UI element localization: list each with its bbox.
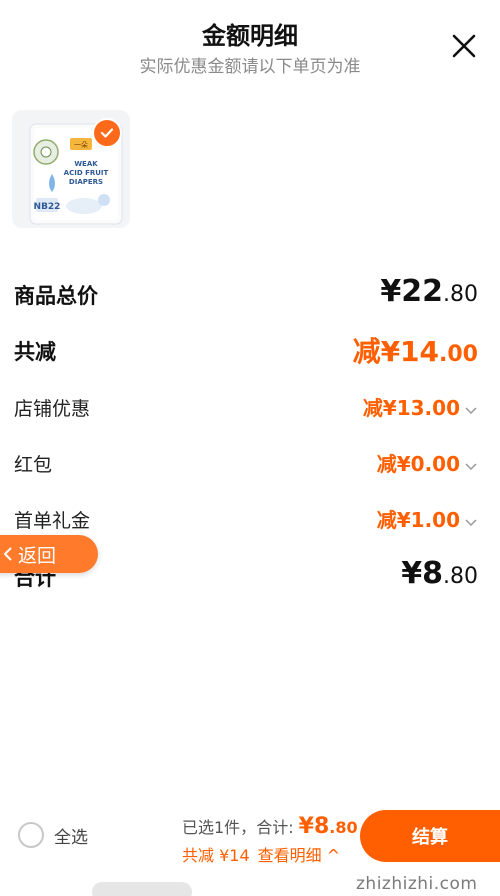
store-discount-value: 减¥13.00 [363,392,478,421]
check-icon [100,128,114,138]
checkout-bar: 全选 已选1件，合计: ¥8.80 共减 ¥14 查看明细 ^ 结算 zhizhi… [0,800,500,896]
select-all-label: 全选 [54,827,88,848]
select-all-toggle[interactable]: 全选 [18,822,88,848]
close-button[interactable] [450,32,478,60]
product-name-line1: WEAK [74,160,98,168]
row-total-goods: 商品总价 ¥22.80 [0,274,500,314]
total-goods-label: 商品总价 [14,284,98,308]
row-red-packet[interactable]: 红包 减¥0.00 [0,444,500,484]
view-detail-link[interactable]: 查看明细 ^ [258,846,341,865]
brand-badge-text: 一朵 [74,141,88,149]
chevron-down-icon [465,518,477,526]
checkout-button[interactable]: 结算 [360,810,500,862]
select-all-radio[interactable] [18,822,44,848]
row-first-order-gift[interactable]: 首单礼金 减¥1.00 [0,500,500,540]
page-title: 金额明细 [202,22,298,50]
page-subtitle: 实际优惠金额请以下单页为准 [139,57,361,77]
header: 金额明细 实际优惠金额请以下单页为准 [0,0,500,90]
row-total-discount: 共减 减¥14.00 [0,330,500,370]
back-button-label: 返回 [18,544,57,567]
chevron-down-icon [465,462,477,470]
back-button[interactable]: 返回 [0,535,98,573]
product-name-line2: ACID FRUIT [64,169,109,177]
first-order-gift-value: 减¥1.00 [377,504,478,533]
product-size-label: NB22 [34,202,61,212]
total-discount-label: 共减 [14,340,56,364]
home-indicator [92,882,192,896]
chevron-down-icon [465,406,477,414]
selected-check-badge[interactable] [92,118,122,148]
store-discount-label: 店铺优惠 [14,398,91,420]
total-discount-value: 减¥14.00 [352,335,478,368]
red-packet-value: 减¥0.00 [377,448,478,477]
red-packet-label: 红包 [14,454,53,476]
total-label: 合计: [256,818,299,837]
first-order-gift-label: 首单礼金 [14,510,91,532]
watermark-text: zhizhizhi.com [356,874,478,894]
close-icon [452,34,476,58]
grand-total-value: ¥8.80 [401,556,478,591]
total-goods-value: ¥22.80 [380,274,478,309]
footer-total-price: ¥8.80 [298,814,358,839]
checkout-button-label: 结算 [412,827,448,848]
selected-summary: 已选1件，合计: ¥8.80 [182,814,358,839]
row-store-discount[interactable]: 店铺优惠 减¥13.00 [0,388,500,428]
product-name-line3: DIAPERS [69,178,103,186]
chevron-left-icon [3,547,12,561]
discount-text: 共减 ¥14 [182,846,250,865]
selected-count-text: 已选1件， [182,818,257,837]
discount-summary: 共减 ¥14 查看明细 ^ [182,842,340,866]
